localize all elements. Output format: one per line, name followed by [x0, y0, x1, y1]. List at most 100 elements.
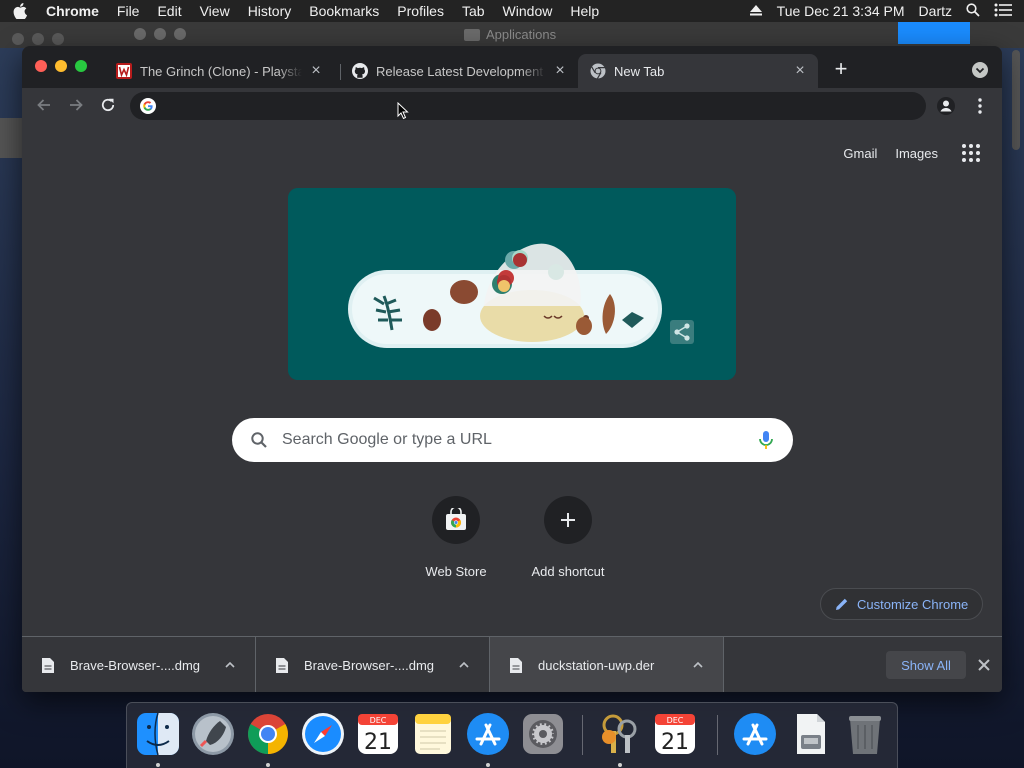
chevron-up-icon[interactable]: [223, 658, 237, 672]
app-store-icon[interactable]: [465, 711, 511, 767]
notes-icon[interactable]: [410, 711, 456, 757]
download-shelf: Brave-Browser-....dmg Brave-Browser-....…: [22, 636, 1002, 692]
tab-close-icon[interactable]: ×: [308, 63, 324, 79]
background-selection-highlight: [898, 22, 970, 44]
google-apps-icon[interactable]: [962, 144, 980, 162]
tab-release-build[interactable]: Release Latest Development Build ×: [340, 54, 578, 88]
close-icon[interactable]: [976, 657, 992, 673]
browser-toolbar: [22, 88, 1002, 124]
chevron-up-icon[interactable]: [457, 658, 471, 672]
tab-strip: The Grinch (Clone) - Playstation × Relea…: [22, 46, 1002, 88]
chrome-icon: [590, 63, 606, 79]
google-g-icon: [140, 98, 156, 114]
folder-icon: [464, 28, 480, 41]
search-icon: [250, 431, 268, 449]
eject-icon[interactable]: [749, 3, 763, 19]
shortcut-web-store[interactable]: Web Store: [400, 496, 512, 586]
tab-grinch[interactable]: The Grinch (Clone) - Playstation ×: [104, 54, 334, 88]
zoom-window-button[interactable]: [75, 60, 87, 72]
new-tab-button[interactable]: +: [830, 58, 852, 81]
menu-profiles[interactable]: Profiles: [397, 3, 444, 19]
spotlight-search-icon[interactable]: [966, 2, 980, 20]
calendar-month-label: DEC: [370, 716, 387, 725]
background-window: Applications: [0, 22, 1024, 48]
trash-icon[interactable]: [842, 711, 888, 757]
download-item[interactable]: Brave-Browser-....dmg: [256, 637, 490, 692]
pencil-icon: [835, 597, 849, 611]
calendar-icon[interactable]: DEC 21: [355, 711, 401, 757]
images-link[interactable]: Images: [895, 146, 938, 161]
background-window-edge: [0, 118, 22, 158]
back-button[interactable]: [34, 96, 54, 116]
calendar-day-label: 21: [364, 730, 392, 755]
google-doodle[interactable]: [288, 188, 736, 380]
installer-icon[interactable]: [787, 711, 833, 757]
forward-button[interactable]: [66, 96, 86, 116]
download-item[interactable]: Brave-Browser-....dmg: [22, 637, 256, 692]
mouse-cursor-icon: [397, 101, 409, 120]
minimize-window-button[interactable]: [55, 60, 67, 72]
launchpad-icon[interactable]: [190, 711, 236, 757]
app-store-icon[interactable]: [732, 711, 778, 757]
menu-view[interactable]: View: [200, 3, 230, 19]
chrome-menu-icon[interactable]: [972, 96, 988, 116]
tab-close-icon[interactable]: ×: [792, 63, 808, 79]
plus-icon: [544, 496, 592, 544]
tab-search-button[interactable]: [972, 62, 988, 78]
file-icon: [42, 657, 54, 673]
ntp-top-links: Gmail Images: [825, 144, 980, 162]
tab-new-tab[interactable]: New Tab ×: [578, 54, 818, 88]
menu-file[interactable]: File: [117, 3, 140, 19]
menubar-clock[interactable]: Tue Dec 21 3:34 PM: [777, 3, 905, 19]
calendar-icon[interactable]: DEC 21: [652, 711, 698, 757]
menu-bar: Chrome File Edit View History Bookmarks …: [0, 0, 1024, 22]
menu-help[interactable]: Help: [570, 3, 599, 19]
profile-avatar-icon[interactable]: [936, 96, 956, 116]
calendar-day-label: 21: [661, 730, 689, 755]
apple-menu-icon[interactable]: [12, 3, 28, 19]
calendar-month-label: DEC: [667, 716, 684, 725]
background-finder-controls: [134, 28, 194, 40]
menu-bookmarks[interactable]: Bookmarks: [309, 3, 379, 19]
background-window-title: Applications: [464, 27, 556, 42]
search-input[interactable]: [282, 431, 757, 449]
chrome-window: The Grinch (Clone) - Playstation × Relea…: [22, 46, 1002, 692]
window-controls: [35, 60, 95, 72]
file-icon: [510, 657, 522, 673]
shortcut-add-shortcut[interactable]: Add shortcut: [512, 496, 624, 586]
finder-icon[interactable]: [135, 711, 181, 767]
dock-separator: [582, 715, 583, 755]
reload-button[interactable]: [98, 96, 118, 116]
chrome-icon[interactable]: [245, 711, 291, 767]
omnibox[interactable]: [130, 92, 926, 120]
w-logo-icon: [116, 63, 132, 79]
menu-edit[interactable]: Edit: [157, 3, 181, 19]
voice-search-icon[interactable]: [757, 430, 775, 450]
file-icon: [276, 657, 288, 673]
menu-history[interactable]: History: [248, 3, 292, 19]
tab-close-icon[interactable]: ×: [552, 63, 568, 79]
dock-separator: [717, 715, 718, 755]
keychain-access-icon[interactable]: [597, 711, 643, 767]
github-icon: [352, 63, 368, 79]
menu-window[interactable]: Window: [503, 3, 553, 19]
google-search-box[interactable]: [232, 418, 793, 462]
notification-center-icon[interactable]: [994, 3, 1012, 20]
menubar-user[interactable]: Dartz: [919, 3, 952, 19]
system-preferences-icon[interactable]: [520, 711, 566, 757]
background-window-controls: [12, 33, 72, 45]
dock: DEC 21 DEC 21: [126, 702, 898, 768]
web-store-icon: [432, 496, 480, 544]
customize-chrome-button[interactable]: Customize Chrome: [820, 588, 984, 620]
new-tab-page: Gmail Images Search Google or type a URL…: [22, 124, 1002, 636]
omnibox-input[interactable]: [166, 98, 866, 114]
gmail-link[interactable]: Gmail: [843, 146, 877, 161]
safari-icon[interactable]: [300, 711, 346, 757]
download-item[interactable]: duckstation-uwp.der: [490, 637, 724, 692]
menu-app-chrome[interactable]: Chrome: [46, 3, 99, 19]
chevron-up-icon[interactable]: [691, 658, 705, 672]
show-all-downloads-button[interactable]: Show All: [886, 651, 966, 679]
close-window-button[interactable]: [35, 60, 47, 72]
background-scrollbar[interactable]: [1012, 50, 1020, 150]
menu-tab[interactable]: Tab: [462, 3, 485, 19]
